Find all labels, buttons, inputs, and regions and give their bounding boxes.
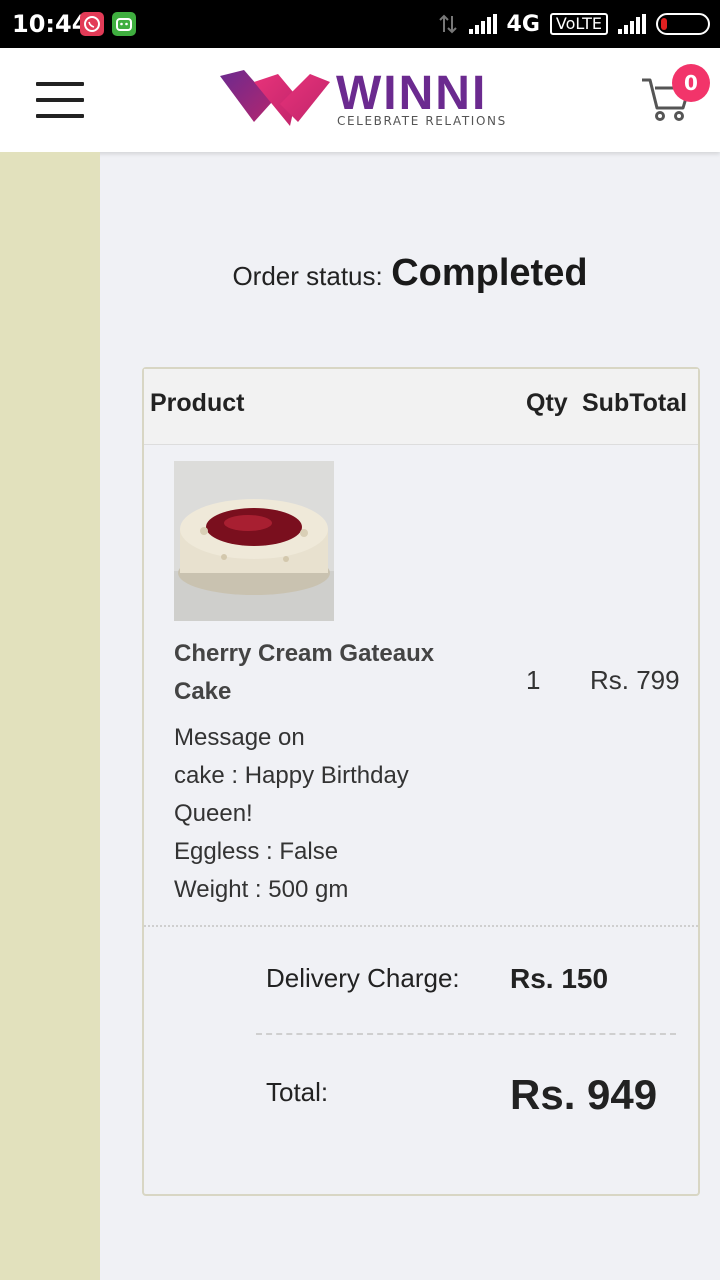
header-product: Product	[150, 389, 245, 417]
brand-name: WINNI	[336, 67, 488, 120]
product-detail-line: cake : Happy Birthday	[174, 762, 409, 789]
product-image[interactable]	[174, 461, 334, 621]
data-transfer-icon	[438, 14, 457, 34]
product-detail-line: Queen!	[174, 800, 253, 827]
battery-icon	[656, 13, 710, 35]
total-value: Rs. 949	[510, 1071, 658, 1118]
status-indicators: 4G VoLTE	[437, 10, 710, 38]
product-detail-line: Message on	[174, 724, 305, 751]
menu-line-icon	[36, 82, 84, 86]
order-status-value: Completed	[391, 252, 588, 294]
signal-icon	[468, 14, 497, 34]
total-label: Total:	[266, 1077, 329, 1107]
status-bar: 10:44 4G VoLTE	[0, 0, 720, 48]
brand-logo[interactable]: WINNI CELEBRATE RELATIONS	[214, 64, 514, 134]
delivery-charge-value: Rs. 150	[510, 963, 609, 994]
order-status-label: Order status:	[232, 261, 383, 291]
brand-tagline: CELEBRATE RELATIONS	[337, 114, 507, 128]
totals-divider	[256, 1033, 676, 1035]
order-status: Order status: Completed	[100, 252, 720, 295]
menu-line-icon	[36, 114, 84, 118]
header-subtotal: SubTotal	[582, 389, 688, 417]
product-name[interactable]: Cherry Cream Gateaux Cake	[174, 635, 474, 711]
cake-image-icon	[174, 461, 334, 621]
signal-icon-2	[618, 14, 646, 34]
whatsapp-notification-icon	[80, 12, 104, 36]
app-header: WINNI CELEBRATE RELATIONS	[0, 48, 720, 152]
status-time: 10:44	[12, 10, 89, 38]
row-divider	[144, 925, 698, 927]
cart-count-badge: 0	[672, 64, 710, 102]
delivery-charge-label: Delivery Charge:	[266, 963, 460, 993]
product-subtotal: Rs. 799	[590, 665, 680, 695]
product-qty: 1	[526, 665, 541, 695]
network-type: 4G	[506, 11, 540, 37]
product-detail-line: Eggless : False	[174, 838, 339, 865]
side-strip	[0, 152, 100, 1280]
table-header: Product Qty SubTotal	[144, 369, 698, 445]
volte-badge: VoLTE	[549, 13, 608, 35]
header-qty: Qty	[526, 389, 568, 417]
product-details: Message on cake : Happy Birthday Queen! …	[174, 719, 464, 909]
menu-line-icon	[36, 98, 84, 102]
heart-logo-icon	[220, 70, 330, 126]
order-table: Product Qty SubTotal Cherry Cream Gateau…	[142, 367, 700, 1196]
product-detail-line: Weight : 500 gm	[174, 876, 349, 903]
app-notification-icon	[112, 12, 136, 36]
hamburger-menu-button[interactable]	[36, 82, 84, 118]
